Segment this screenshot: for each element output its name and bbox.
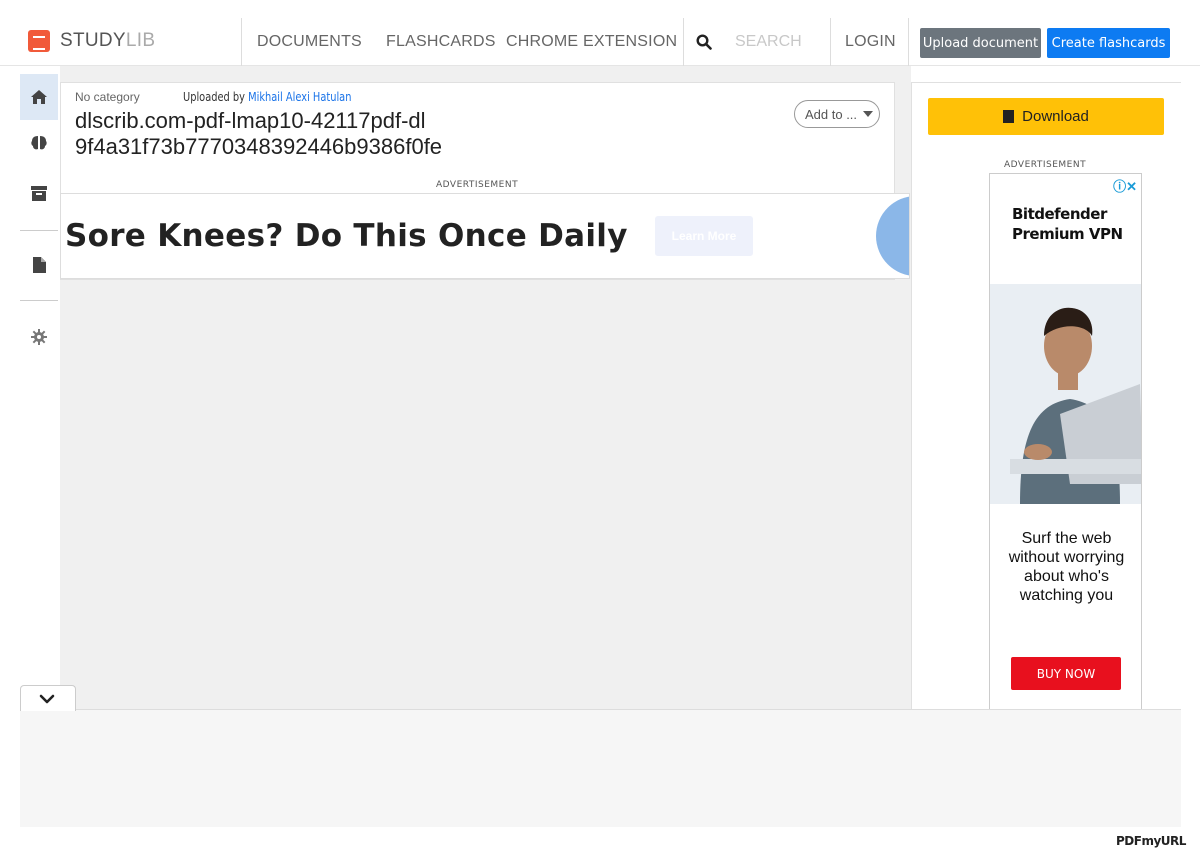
search-input[interactable]: SEARCH [735,33,802,51]
uploaded-by: Uploaded by Mikhail Alexi Hatulan [183,90,352,104]
sidebar-item-archive[interactable] [20,170,58,216]
sidebar-ad[interactable]: ⓘ✕ Bitdefender Premium VPN Surf the web … [989,173,1142,713]
banner-ad-spacer [821,194,876,278]
sidebar-ad-brand: Bitdefender Premium VPN [1012,205,1123,243]
add-to-label: Add to ... [805,106,858,122]
document-category: No category [75,90,140,104]
banner-ad[interactable]: Sore Knees? Do This Once Daily Learn Mor… [60,193,910,279]
create-flashcards-button[interactable]: Create flashcards [1047,28,1170,58]
sidebar-item-home[interactable] [20,74,58,120]
sidebar-divider [20,300,58,301]
gear-icon [31,329,47,345]
home-icon [31,90,47,104]
header-divider [830,18,831,66]
download-button[interactable]: Download [928,98,1164,135]
advertisement-label: ADVERTISEMENT [1004,160,1087,170]
banner-ad-headline[interactable]: Sore Knees? Do This Once Daily [65,218,628,254]
collapse-toggle[interactable] [20,685,76,711]
sidebar-ad-tagline: Surf the web without worrying about who'… [1008,530,1125,604]
download-label: Download [1022,108,1089,125]
top-header: STUDYLIB DOCUMENTS FLASHCARDS CHROME EXT… [0,0,1200,66]
nav-flashcards[interactable]: FLASHCARDS [386,33,496,51]
archive-icon [31,185,47,201]
logo-text-lib: LIB [125,30,156,51]
sidebar-ad-photo [990,284,1141,504]
pdfmyurl-watermark: PDFmyURL [1116,834,1186,848]
pdf-file-icon [1003,110,1015,123]
add-to-dropdown[interactable]: Add to ... [794,100,880,128]
logo-text-study: STUDY [60,30,126,51]
nav-documents[interactable]: DOCUMENTS [257,33,362,51]
adchoices-icon[interactable]: ⓘ✕ [1113,176,1137,195]
login-link[interactable]: LOGIN [845,33,896,51]
man-with-laptop-image [990,284,1141,504]
search-icon[interactable] [696,34,712,50]
sidebar-divider [20,230,58,231]
header-divider [908,18,909,66]
studylib-logo[interactable]: STUDYLIB [28,30,155,52]
banner-ad-image [876,196,909,276]
document-title: dlscrib.com-pdf-lmap10-42117pdf-dl 9f4a3… [75,108,443,159]
sidebar-item-settings[interactable] [20,314,58,360]
buy-now-button[interactable]: BUY NOW [1011,657,1121,690]
header-divider [241,18,242,66]
chevron-down-icon [39,694,55,703]
brain-icon [31,136,47,150]
nav-chrome-extension[interactable]: CHROME EXTENSION [506,33,677,51]
file-icon [32,257,46,273]
advertisement-label: ADVERTISEMENT [436,180,519,190]
caret-down-icon [863,111,874,117]
banner-ad-cta-button[interactable]: Learn More [655,216,753,256]
logo-icon [28,30,50,52]
bottom-panel [20,709,1181,827]
upload-document-button[interactable]: Upload document [920,28,1041,58]
header-divider [683,18,684,66]
uploader-link[interactable]: Mikhail Alexi Hatulan [248,90,351,104]
sidebar-item-flashcards[interactable] [20,120,58,166]
sidebar-item-documents[interactable] [20,242,58,288]
